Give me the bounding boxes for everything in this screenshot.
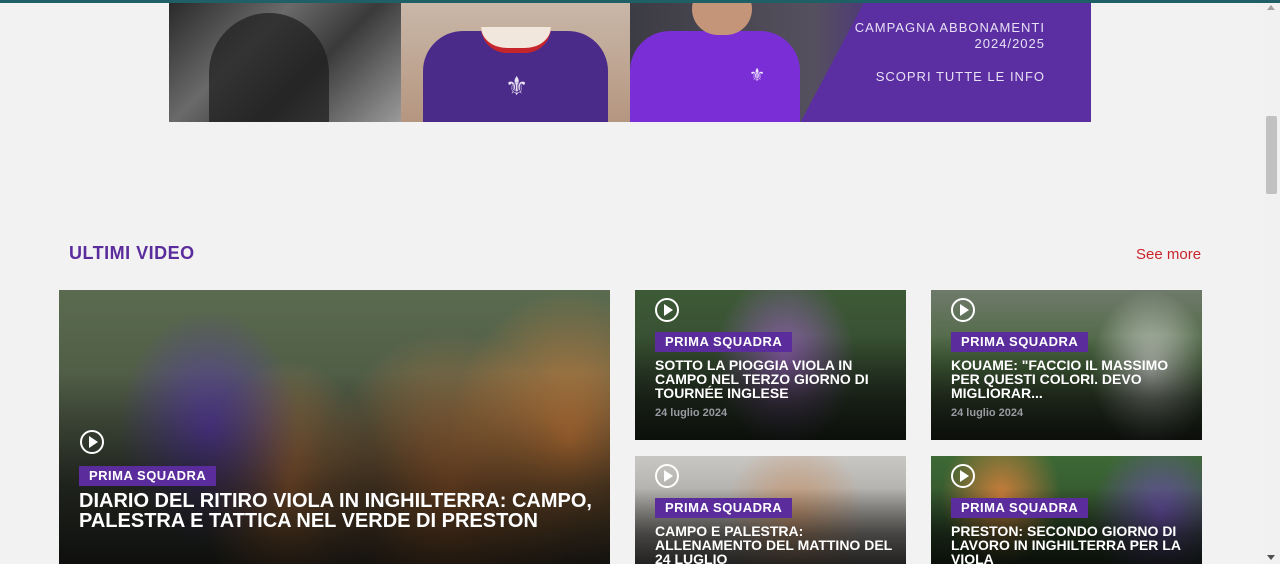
category-badge: PRIMA SQUADRA <box>951 332 1089 352</box>
play-icon[interactable] <box>80 430 104 454</box>
video-card[interactable]: PRIMA SQUADRA SOTTO LA PIOGGIA VIOLA IN … <box>635 290 906 440</box>
section-title: ULTIMI VIDEO <box>69 243 195 263</box>
video-title[interactable]: KOUAME: "FACCIO IL MASSIMO PER QUESTI CO… <box>951 358 1191 400</box>
category-badge: PRIMA SQUADRA <box>655 332 793 352</box>
video-title[interactable]: CAMPO E PALESTRA: ALLENAMENTO DEL MATTIN… <box>655 524 895 564</box>
category-badge: PRIMA SQUADRA <box>79 466 217 486</box>
vertical-scrollbar[interactable] <box>1263 3 1280 564</box>
banner-season: 2024/2025 <box>974 36 1045 51</box>
video-title[interactable]: DIARIO DEL RITIRO VIOLA IN INGHILTERRA: … <box>79 491 599 531</box>
video-date: 24 luglio 2024 <box>951 407 1024 419</box>
category-badge: PRIMA SQUADRA <box>951 498 1089 518</box>
banner-photo-historic <box>169 3 401 122</box>
play-icon[interactable] <box>655 464 679 488</box>
scroll-up-arrow-icon[interactable] <box>1267 5 1275 10</box>
scroll-down-arrow-icon[interactable] <box>1267 555 1275 560</box>
play-icon[interactable] <box>951 464 975 488</box>
video-card[interactable]: PRIMA SQUADRA PRESTON: SECONDO GIORNO DI… <box>931 456 1202 564</box>
scrollbar-thumb[interactable] <box>1266 116 1277 194</box>
season-ticket-banner[interactable]: ⚜ ⚜ CAMPAGNA ABBONAMENTI 2024/2025 SCOPR… <box>169 3 1091 122</box>
fleur-de-lis-icon: ⚜ <box>749 65 766 85</box>
video-title[interactable]: PRESTON: SECONDO GIORNO DI LAVORO IN ING… <box>951 524 1191 564</box>
banner-text: CAMPAGNA ABBONAMENTI 2024/2025 SCOPRI TU… <box>855 20 1045 85</box>
video-title[interactable]: SOTTO LA PIOGGIA VIOLA IN CAMPO NEL TERZ… <box>655 358 895 400</box>
video-card[interactable]: PRIMA SQUADRA CAMPO E PALESTRA: ALLENAME… <box>635 456 906 564</box>
banner-photo-fan: ⚜ <box>401 3 630 122</box>
category-badge: PRIMA SQUADRA <box>655 498 793 518</box>
play-icon[interactable] <box>655 298 679 322</box>
banner-heading: CAMPAGNA ABBONAMENTI <box>854 20 1045 35</box>
video-card-featured[interactable]: PRIMA SQUADRA DIARIO DEL RITIRO VIOLA IN… <box>59 290 610 564</box>
video-date: 24 luglio 2024 <box>655 407 728 419</box>
fleur-de-lis-icon: ⚜ <box>505 71 529 101</box>
banner-cta[interactable]: SCOPRI TUTTE LE INFO <box>855 69 1045 85</box>
see-more-link[interactable]: See more <box>1136 246 1201 263</box>
play-icon[interactable] <box>951 298 975 322</box>
video-card[interactable]: PRIMA SQUADRA KOUAME: "FACCIO IL MASSIMO… <box>931 290 1202 440</box>
